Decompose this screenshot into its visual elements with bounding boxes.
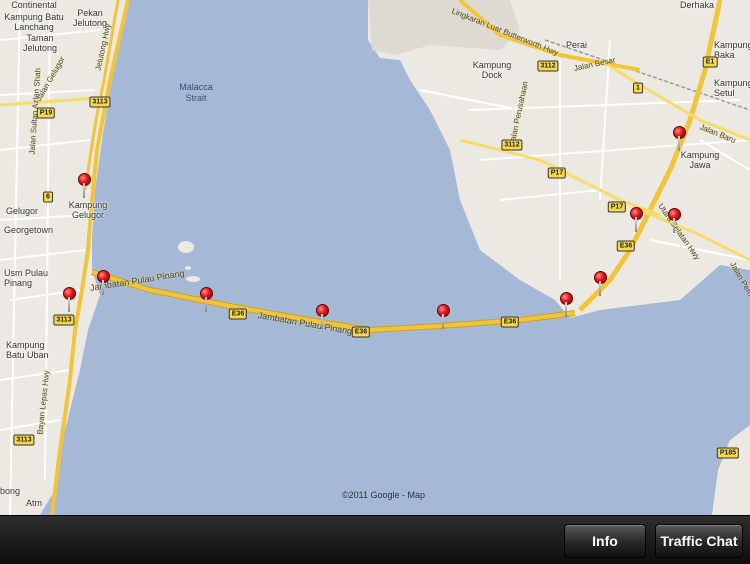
- traffic-chat-button[interactable]: Traffic Chat: [655, 524, 743, 558]
- route-shield-e36: E36: [616, 240, 636, 252]
- map-pin[interactable]: [630, 207, 643, 233]
- place-derhaka: Derhaka: [680, 0, 715, 10]
- place-taman-jelutong: Taman Jelutong: [22, 33, 58, 53]
- map-pin[interactable]: [78, 173, 91, 199]
- place-kampung-dock: Kampung Dock: [472, 60, 512, 80]
- route-shield-e36: E36: [228, 308, 248, 320]
- malacca-strait-label-1: Malacca: [179, 82, 213, 92]
- route-shield-1: 1: [633, 82, 643, 94]
- bottom-toolbar: Info Traffic Chat: [0, 515, 750, 564]
- route-shield-3113: 3113: [13, 434, 35, 446]
- place-usm-pulau-pinang: Usm Pulau Pinang: [4, 268, 49, 288]
- place-kampung-gelugor: Kampung Gelugor: [68, 200, 108, 220]
- map-copyright: ©2011 Google - Map: [342, 490, 426, 500]
- route-shield-6: 6: [43, 191, 53, 203]
- place-kampung-setul: Kampung Setul: [714, 78, 750, 98]
- place-kampung-baka: Kampung Baka: [714, 40, 750, 60]
- place-gelugor: Gelugor: [6, 206, 39, 216]
- route-shield-p19: P19: [36, 107, 56, 119]
- map-pin[interactable]: [63, 287, 76, 313]
- route-shield-e1: E1: [702, 56, 718, 68]
- route-shield-p17: P17: [607, 201, 627, 213]
- place-atm: Atm: [26, 498, 43, 508]
- route-shield-p17: P17: [547, 167, 567, 179]
- map-canvas[interactable]: [0, 0, 750, 515]
- route-shield-e36: E36: [351, 326, 371, 338]
- map-pin[interactable]: [316, 304, 329, 330]
- map-pin[interactable]: [594, 271, 607, 297]
- map-pin[interactable]: [97, 270, 110, 296]
- route-shield-3112: 3112: [501, 139, 523, 151]
- place-bong: bong: [0, 486, 21, 496]
- islet-1: [178, 241, 194, 253]
- info-button[interactable]: Info: [564, 524, 646, 558]
- place-kampung-jawa: Kampung Jawa: [680, 150, 720, 170]
- map-view[interactable]: Malacca Strait Continental Kampung Batu …: [0, 0, 750, 563]
- islet-3: [185, 266, 191, 270]
- map-pin[interactable]: [200, 287, 213, 313]
- place-perai: Perai: [566, 40, 588, 50]
- map-pin[interactable]: [668, 208, 681, 234]
- map-pin[interactable]: [437, 304, 450, 330]
- route-shield-p185: P185: [716, 447, 740, 459]
- map-pin[interactable]: [673, 126, 686, 152]
- route-shield-3113: 3113: [89, 96, 111, 108]
- place-kampung-batu-uban: Kampung Batu Uban: [6, 340, 49, 360]
- place-continental: Continental: [11, 0, 57, 10]
- route-shield-e36: E36: [500, 316, 520, 328]
- malacca-strait-label-2: Strait: [185, 93, 207, 103]
- map-pin[interactable]: [560, 292, 573, 318]
- route-shield-3112: 3112: [537, 60, 559, 72]
- islet-2: [186, 276, 200, 282]
- place-kampung-batu-lanchang: Kampung Batu Lanchang: [4, 12, 64, 32]
- route-shield-3113: 3113: [53, 314, 75, 326]
- place-georgetown: Georgetown: [4, 225, 54, 235]
